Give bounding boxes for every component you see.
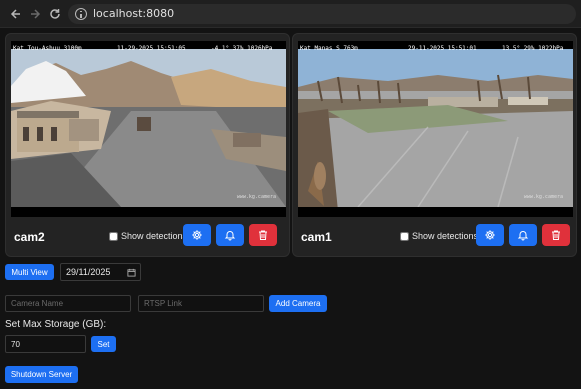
settings-button[interactable] (476, 224, 504, 246)
watermark: www.kg.camera (236, 194, 276, 200)
notifications-button[interactable] (216, 224, 244, 246)
set-storage-button[interactable]: Set (91, 336, 116, 352)
url-text: localhost:8080 (93, 7, 175, 20)
rtsp-link-input[interactable]: RTSP Link (138, 295, 264, 312)
camera-name-input[interactable]: Camera Name (5, 295, 131, 312)
address-bar[interactable]: localhost:8080 (68, 4, 576, 24)
date-picker[interactable]: 29/11/2025 (60, 263, 141, 281)
show-detections-label: Show detections (412, 231, 479, 241)
show-detections-checkbox[interactable] (400, 231, 409, 241)
calendar-icon[interactable] (127, 268, 136, 277)
multi-view-button[interactable]: Multi View (5, 264, 54, 280)
settings-button[interactable] (183, 224, 211, 246)
camera-card-cam2: Kat Tou-Ashuu 3100m 11-29-2025 15:51:05 … (5, 33, 290, 257)
add-camera-button[interactable]: Add Camera (269, 295, 327, 312)
camera-image-cam1 (298, 41, 573, 217)
show-detections-checkbox[interactable] (109, 231, 118, 241)
osd-timestamp: 11-29-2025 15:51:05 (117, 45, 186, 52)
camera-card-cam1: Kat Manas S 763m 29-11-2025 15:51:01 13.… (292, 33, 577, 257)
rtsp-link-placeholder: RTSP Link (144, 299, 182, 308)
watermark: www.kg.camera (523, 194, 563, 200)
camera-name: cam2 (14, 230, 45, 244)
delete-button[interactable] (249, 224, 277, 246)
gear-icon (485, 230, 495, 240)
max-storage-value: 70 (11, 339, 20, 349)
info-icon[interactable] (75, 8, 87, 20)
trash-icon (552, 230, 560, 240)
camera-feed-cam1: Kat Manas S 763m 29-11-2025 15:51:01 13.… (298, 41, 573, 217)
camera-controls: cam2 Show detections (6, 223, 289, 251)
shutdown-server-button[interactable]: Shutdown Server (5, 366, 78, 383)
trash-icon (259, 230, 267, 240)
camera-image-cam2 (11, 41, 286, 217)
osd-timestamp: 29-11-2025 15:51:01 (408, 45, 477, 52)
reload-icon[interactable] (47, 6, 63, 22)
browser-toolbar: localhost:8080 (0, 0, 581, 28)
osd-weather: 13.5° 29% 1022hPa (502, 45, 564, 52)
notifications-button[interactable] (509, 224, 537, 246)
camera-name-placeholder: Camera Name (11, 299, 64, 308)
show-detections-label: Show detections (121, 231, 188, 241)
camera-feed-cam2: Kat Tou-Ashuu 3100m 11-29-2025 15:51:05 … (11, 41, 286, 217)
delete-button[interactable] (542, 224, 570, 246)
show-detections-toggle[interactable]: Show detections (109, 231, 187, 241)
osd-location: Kat Tou-Ashuu 3100m (13, 45, 82, 52)
arrow-right-icon[interactable] (27, 6, 43, 22)
arrow-left-icon[interactable] (8, 6, 24, 22)
max-storage-label: Set Max Storage (GB): (5, 319, 107, 330)
show-detections-toggle[interactable]: Show detections (400, 231, 478, 241)
gear-icon (192, 230, 202, 240)
date-value: 29/11/2025 (66, 267, 111, 277)
bell-icon (517, 231, 529, 241)
max-storage-input[interactable]: 70 (5, 335, 86, 353)
camera-name: cam1 (301, 230, 332, 244)
osd-location: Kat Manas S 763m (300, 45, 358, 52)
osd-weather: -4.1° 37% 1026hPa (211, 45, 273, 52)
camera-controls: cam1 Show detections (293, 223, 576, 251)
bell-icon (224, 231, 236, 241)
